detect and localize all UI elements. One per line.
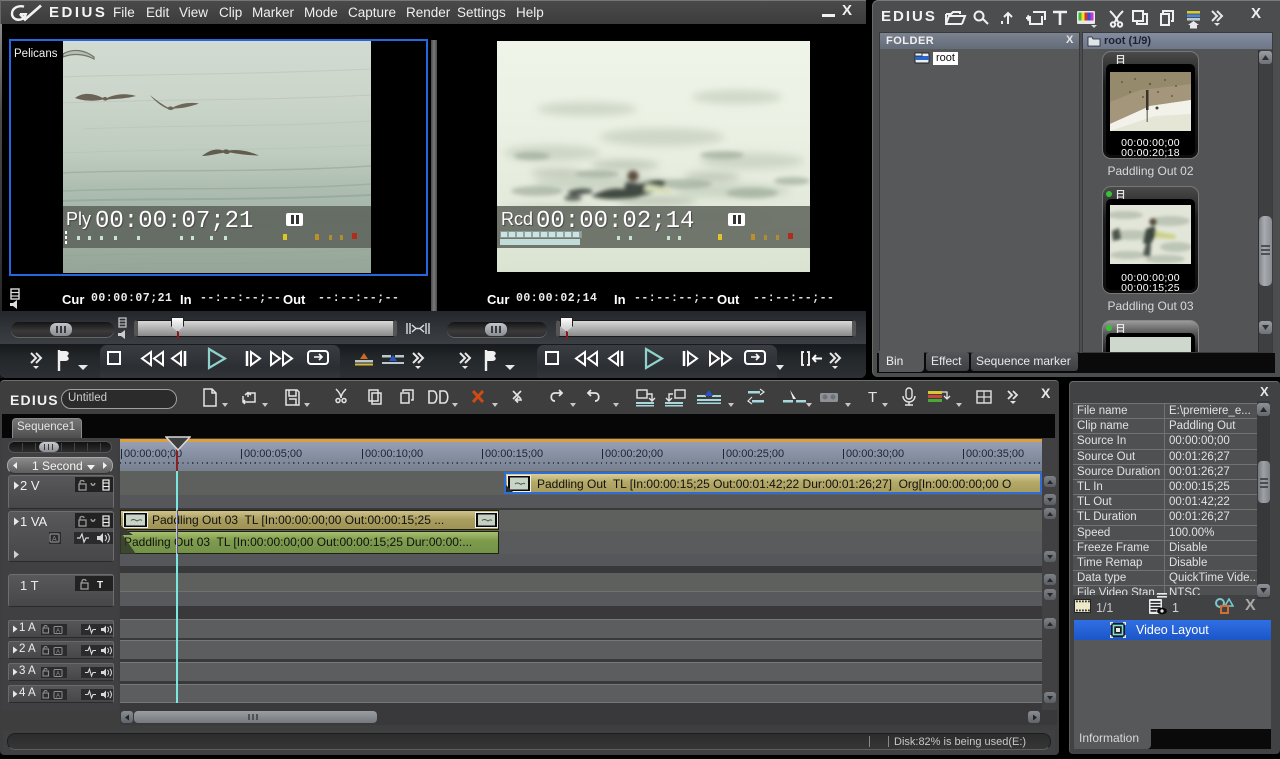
svg-text:A: A [56, 629, 60, 635]
svg-text:A: A [56, 694, 60, 700]
svg-text:T: T [868, 389, 877, 406]
svg-text:T: T [97, 580, 103, 590]
svg-text:A: A [52, 536, 57, 543]
svg-text:A: A [56, 672, 60, 678]
svg-text:A: A [56, 650, 60, 656]
